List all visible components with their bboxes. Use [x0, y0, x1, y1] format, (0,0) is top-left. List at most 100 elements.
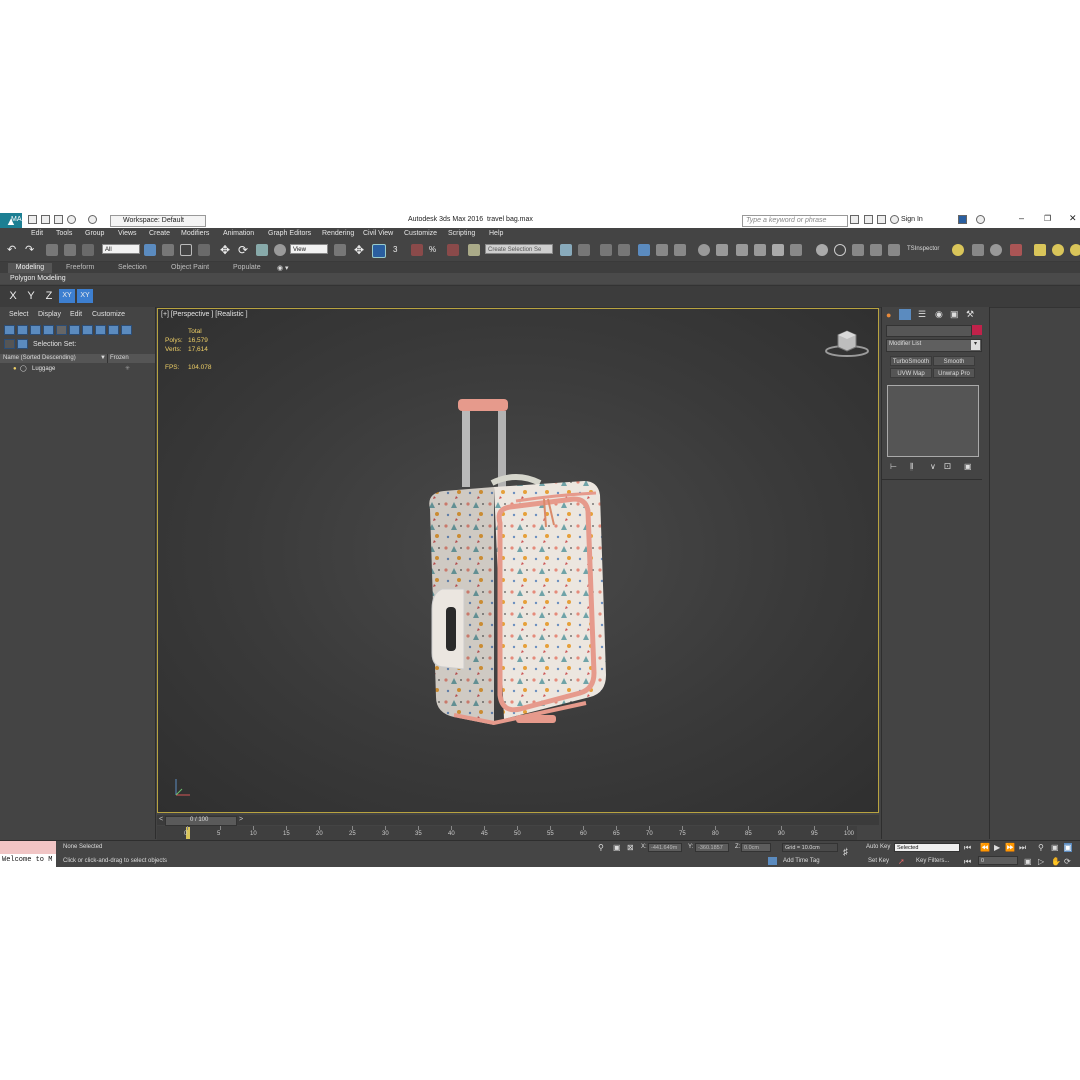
object-color-swatch[interactable] [972, 325, 982, 335]
make-unique-icon[interactable]: ∨ [930, 462, 936, 471]
open-file-icon[interactable] [41, 215, 50, 224]
menu-animation[interactable]: Animation [223, 230, 254, 237]
plugin-icon[interactable] [1010, 244, 1022, 256]
tab-populate[interactable]: Populate [233, 264, 261, 271]
field-of-view-icon[interactable]: ▷ [1038, 857, 1044, 866]
sun-icon[interactable] [1070, 244, 1080, 256]
axis-xy-button[interactable]: XY [59, 289, 75, 303]
ribbon-options-icon[interactable]: ◉ ▾ [277, 264, 289, 272]
undo-icon[interactable]: ↶ [7, 244, 19, 256]
close-icon[interactable]: ✕ [1069, 213, 1077, 224]
menu-edit[interactable]: Edit [31, 230, 43, 237]
communication-icon[interactable] [864, 215, 873, 224]
key-icon[interactable]: ♯ [843, 847, 848, 858]
menu-views[interactable]: Views [118, 230, 137, 237]
align-icon[interactable] [578, 244, 590, 256]
move-icon[interactable]: ✥ [220, 244, 232, 256]
menu-customize[interactable]: Customize [404, 230, 437, 237]
x-coordinate-field[interactable]: -441.649m [648, 843, 682, 852]
motion-tab-icon[interactable]: ◉ [935, 309, 943, 320]
layers-icon[interactable] [4, 339, 15, 349]
select-manipulate-icon[interactable]: ✥ [354, 244, 366, 256]
lock-icon[interactable]: ▣ [613, 843, 621, 852]
time-tag-icon[interactable] [768, 857, 777, 865]
maxscript-listener[interactable]: Welcome to M [0, 854, 56, 867]
modifier-list-dropdown[interactable]: Modifier List ▾ [886, 339, 982, 352]
zoom-all-icon[interactable]: ▣ [1051, 843, 1059, 852]
panel-icon[interactable] [852, 244, 864, 256]
display-tab-icon[interactable]: ▣ [950, 309, 959, 320]
menu-civil-view[interactable]: Civil View [363, 230, 393, 237]
select-by-name-icon[interactable] [162, 244, 174, 256]
time-configuration-icon[interactable]: ▣ [1024, 857, 1032, 866]
explorer-menu-display[interactable]: Display [38, 311, 61, 318]
rotate-icon[interactable]: ⟳ [238, 244, 250, 256]
viewport-perspective[interactable]: [+] [Perspective ] [Realistic ] Total Po… [157, 308, 879, 813]
place-icon[interactable] [274, 244, 286, 256]
add-time-tag-button[interactable]: Add Time Tag [783, 858, 820, 864]
tab-modeling[interactable]: Modeling [8, 263, 52, 273]
menu-rendering[interactable]: Rendering [322, 230, 354, 237]
light-icon[interactable] [952, 244, 964, 256]
axis-z-button[interactable]: Z [41, 289, 57, 303]
render-production-icon[interactable] [772, 244, 784, 256]
time-slider[interactable]: < 0 / 100 > [157, 815, 879, 826]
render-iterative-icon[interactable] [790, 244, 802, 256]
explorer-menu-edit[interactable]: Edit [70, 311, 82, 318]
tab-object-paint[interactable]: Object Paint [171, 264, 209, 271]
binoculars-icon[interactable] [850, 215, 859, 224]
go-to-end-icon[interactable]: ⏭ [1019, 843, 1026, 853]
display-geometry-icon[interactable] [43, 325, 54, 335]
prev-frame-icon[interactable]: < [159, 816, 163, 823]
cloud-render-icon[interactable] [816, 244, 828, 256]
z-coordinate-field[interactable]: 0.0cm [741, 843, 771, 852]
show-end-result-icon[interactable]: ‖ [910, 462, 914, 471]
next-key-icon[interactable]: ⏩ [1005, 843, 1015, 852]
link-icon[interactable] [46, 244, 58, 256]
mirror-icon[interactable] [560, 244, 572, 256]
unlink-icon[interactable] [64, 244, 76, 256]
manage-layers-icon[interactable] [618, 244, 630, 256]
absolute-mode-icon[interactable]: ⊠ [627, 843, 634, 852]
tab-freeform[interactable]: Freeform [66, 264, 94, 271]
maxscript-listener-pink[interactable] [0, 841, 56, 854]
display-all-icon[interactable] [17, 325, 28, 335]
tab-selection[interactable]: Selection [118, 264, 147, 271]
select-object-icon[interactable] [144, 244, 156, 256]
redo-icon[interactable]: ↷ [25, 244, 37, 256]
utilities-tab-icon[interactable]: ⚒ [966, 309, 974, 320]
smooth-button[interactable]: Smooth [933, 356, 975, 366]
set-key-button[interactable]: Set Key [868, 858, 889, 864]
bind-spacewarp-icon[interactable] [82, 244, 94, 256]
axis-xy-cycle-button[interactable]: XY [77, 289, 93, 303]
current-frame-field[interactable]: 0 [978, 856, 1018, 865]
display-spacewarps-icon[interactable] [108, 325, 119, 335]
keyboard-shortcut-override-icon[interactable] [372, 244, 386, 258]
key-mode-dropdown[interactable]: Selected [894, 843, 960, 852]
pan-view-icon[interactable]: ✋ [1051, 857, 1061, 866]
undo-icon[interactable] [67, 215, 76, 224]
luggage-model[interactable] [420, 389, 620, 739]
menu-modifiers[interactable]: Modifiers [181, 230, 209, 237]
axis-y-button[interactable]: Y [23, 289, 39, 303]
tool-icon[interactable] [972, 244, 984, 256]
menu-create[interactable]: Create [149, 230, 170, 237]
snaps-toggle-icon[interactable]: 3 [393, 244, 405, 256]
hierarchy-tab-icon[interactable]: ☰ [918, 309, 926, 320]
isolate-icon[interactable]: ⚲ [598, 843, 604, 852]
menu-tools[interactable]: Tools [56, 230, 72, 237]
zoom-extents-icon[interactable]: ▣ [1064, 843, 1072, 852]
display-lights-icon[interactable] [69, 325, 80, 335]
window-crossing-icon[interactable] [198, 244, 210, 256]
percent-snap-icon[interactable]: % [429, 244, 441, 256]
layer-explorer-icon[interactable] [600, 244, 612, 256]
create-tab-icon[interactable]: ● [886, 310, 891, 320]
pin-stack-icon[interactable]: ⊢ [890, 462, 897, 471]
play-icon[interactable]: ▶ [994, 843, 1000, 852]
scene-explorer-icon[interactable] [638, 244, 650, 256]
y-coordinate-field[interactable]: -360.1857 [695, 843, 729, 852]
menu-group[interactable]: Group [85, 230, 104, 237]
set-key-icon[interactable]: ➚ [898, 857, 905, 866]
display-shapes-icon[interactable] [56, 325, 67, 335]
axis-x-button[interactable]: X [5, 289, 21, 303]
